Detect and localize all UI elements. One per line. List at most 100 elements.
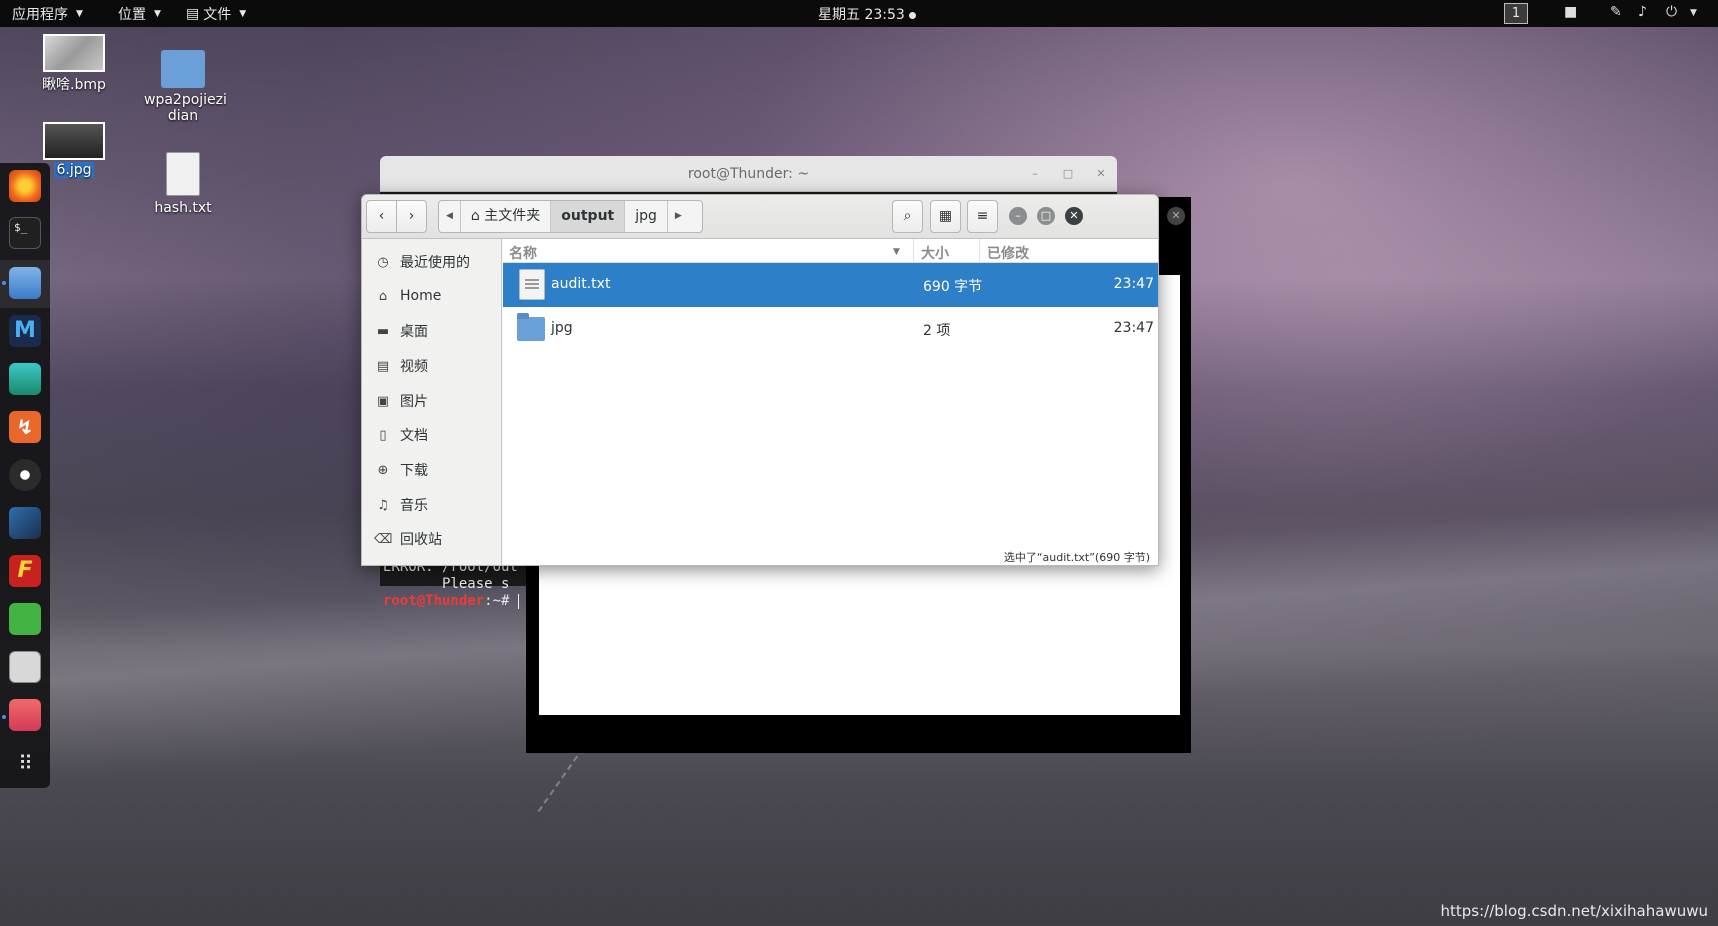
pen-icon[interactable]: ✎ [1610, 4, 1622, 20]
image-thumbnail [43, 34, 105, 72]
sidebar-item-home[interactable]: ⌂ Home [374, 285, 441, 307]
path-crumb-label: 主文件夹 [484, 208, 541, 224]
headerbar: ‹ › ◀ ⌂ 主文件夹 output jpg ▶ ⌕ ▦ ≡ – □ ✕ [362, 195, 1158, 239]
files-icon[interactable] [9, 267, 41, 299]
selection-status: 选中了“audit.txt”(690 字节) [1003, 551, 1150, 564]
file-row-jpg[interactable]: jpg 2 项 23:47 [503, 307, 1158, 351]
sidebar-item-trash[interactable]: ⌫ 回收站 [374, 528, 442, 550]
dock: $_ M ↯ F ⠿ [0, 163, 50, 788]
desktop-icon-label: 6.jpg [54, 162, 94, 178]
chevron-down-icon: ▼ [76, 9, 83, 19]
search-icon: ⌕ [903, 208, 912, 224]
running-indicator [2, 715, 6, 719]
sidebar-item-recent[interactable]: ◷ 最近使用的 [374, 251, 470, 273]
desktop-icon-bmp[interactable]: 瞅啥.bmp [38, 34, 110, 94]
files-menu-label: 文件 [203, 7, 232, 23]
path-crumb-output[interactable]: output [551, 201, 626, 232]
back-button[interactable]: ‹ [366, 200, 397, 233]
column-size[interactable]: 大小 [921, 243, 949, 263]
sidebar-item-label: 最近使用的 [400, 255, 470, 271]
chevron-down-icon: ▼ [239, 9, 247, 19]
column-modified[interactable]: 已修改 [987, 243, 1029, 263]
path-scroll-right-icon[interactable]: ▶ [668, 201, 689, 232]
settings-icon[interactable] [9, 651, 41, 683]
app-grid-icon[interactable]: ⠿ [9, 748, 41, 780]
volume-icon[interactable]: ♪ [1638, 4, 1647, 20]
power-icon[interactable]: ⏻ [1666, 4, 1677, 20]
watermark: https://blog.csdn.net/xixihahawuwu [1440, 902, 1709, 920]
text-editor-icon[interactable] [9, 603, 41, 635]
sidebar-item-label: 图片 [400, 394, 428, 410]
prompt-user: root@Thunder [383, 593, 485, 609]
desktop-icon-folder[interactable]: wpa2pojiezi dian [142, 50, 227, 124]
file-list: 名称 ▼ 大小 已修改 audit.txt 690 字节 23:47 jpg 2… [503, 239, 1158, 565]
maximize-icon[interactable]: □ [1037, 207, 1055, 225]
files-app-icon: ▤ [186, 6, 200, 22]
minimize-icon[interactable]: – [1009, 207, 1027, 225]
cursor [517, 593, 519, 609]
applications-menu-label: 应用程序 [12, 7, 68, 23]
maltego-icon[interactable] [9, 459, 41, 491]
sidebar-item-downloads[interactable]: ⊕ 下载 [374, 459, 428, 481]
sidebar-item-pictures[interactable]: ▣ 图片 [374, 390, 428, 412]
metasploit-icon[interactable]: M [9, 315, 41, 347]
text-file-icon [166, 152, 200, 196]
desktop-icon-label: wpa2pojiezi [144, 92, 227, 108]
workspace-indicator[interactable]: 1 [1504, 3, 1528, 24]
grid-icon: ▦ [938, 208, 953, 224]
terminal-titlebar: root@Thunder: ~ – □ ✕ [380, 156, 1117, 192]
files-menu[interactable]: ▤ 文件 ▼ [186, 4, 246, 24]
close-icon[interactable]: ✕ [1093, 166, 1109, 182]
running-indicator [2, 281, 6, 285]
image-viewer-icon[interactable] [9, 699, 41, 731]
search-button[interactable]: ⌕ [892, 200, 923, 233]
desktop-folder-icon: ▬ [376, 323, 390, 339]
chevron-down-icon[interactable]: ▼ [1690, 8, 1697, 18]
places-menu[interactable]: 位置 ▼ [118, 4, 161, 24]
sidebar-item-label: 视频 [400, 359, 428, 375]
sidebar-item-documents[interactable]: ▯ 文档 [374, 424, 428, 446]
home-icon: ⌂ [470, 208, 480, 224]
menu-button[interactable]: ≡ [967, 200, 998, 233]
firefox-icon[interactable] [9, 170, 41, 202]
download-icon: ⊕ [377, 462, 389, 478]
sort-arrow-icon[interactable]: ▼ [893, 247, 900, 257]
close-icon[interactable]: ✕ [1065, 207, 1083, 225]
document-icon: ▯ [379, 427, 387, 443]
path-crumb-jpg[interactable]: jpg [625, 201, 668, 232]
file-row-audit[interactable]: audit.txt 690 字节 23:47 [503, 263, 1158, 307]
path-scroll-left-icon[interactable]: ◀ [439, 201, 461, 232]
view-mode-button[interactable]: ▦ [930, 200, 961, 233]
clock[interactable]: 星期五 23:53 [818, 4, 916, 24]
sidebar-item-desktop[interactable]: ▬ 桌面 [374, 320, 428, 342]
applications-menu[interactable]: 应用程序 ▼ [12, 4, 83, 24]
faraday-icon[interactable]: F [9, 555, 41, 587]
desktop-icon-label: 瞅啥.bmp [42, 77, 106, 93]
armitage-icon[interactable] [9, 363, 41, 395]
column-name[interactable]: 名称 [509, 243, 537, 263]
sidebar-item-videos[interactable]: ▤ 视频 [374, 355, 428, 377]
file-modified: 23:47 [1113, 320, 1154, 336]
hamburger-icon: ≡ [976, 208, 989, 224]
burpsuite-icon[interactable]: ↯ [9, 411, 41, 443]
minimize-icon[interactable]: – [1027, 166, 1043, 182]
places-sidebar: ◷ 最近使用的 ⌂ Home ▬ 桌面 ▤ 视频 ▣ 图片 ▯ 文档 ⊕ 下载 ♫ 音乐 ⌫ 回收… [362, 239, 502, 565]
path-crumb-home[interactable]: ⌂ 主文件夹 [461, 201, 552, 232]
file-manager-window: ‹ › ◀ ⌂ 主文件夹 output jpg ▶ ⌕ ▦ ≡ – □ ✕ ◷ 最… [361, 194, 1159, 566]
sidebar-item-music[interactable]: ♫ 音乐 [374, 494, 428, 516]
terminal-icon[interactable]: $_ [9, 217, 41, 249]
close-icon[interactable]: ✕ [1167, 207, 1185, 225]
terminal-line: Please s [383, 576, 510, 592]
beef-icon[interactable] [9, 507, 41, 539]
maximize-icon[interactable]: □ [1060, 166, 1076, 182]
sidebar-item-label: 桌面 [400, 324, 428, 340]
picture-icon: ▣ [376, 393, 390, 409]
places-menu-label: 位置 [118, 7, 146, 23]
forward-button[interactable]: › [396, 200, 427, 233]
terminal-prompt[interactable]: root@Thunder:~# [383, 593, 519, 609]
desktop-icon-txt[interactable]: hash.txt [148, 152, 218, 216]
video-camera-icon[interactable]: ■ [1564, 4, 1577, 20]
folder-icon [517, 313, 545, 341]
sidebar-item-label: 文档 [400, 428, 428, 444]
folder-icon [161, 50, 205, 88]
